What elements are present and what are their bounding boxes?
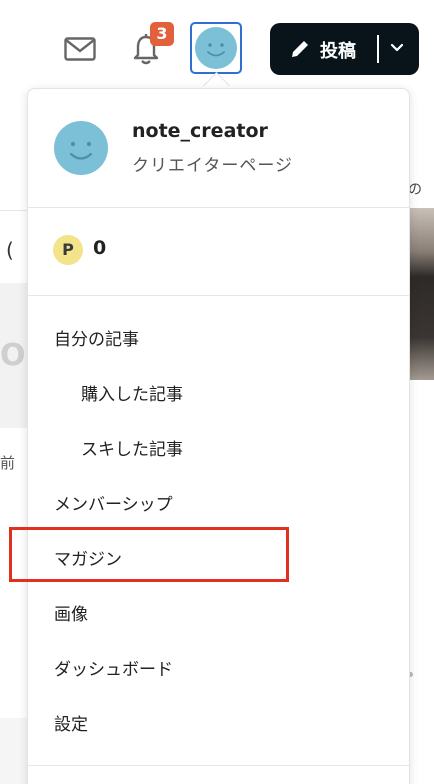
- divider: [28, 207, 409, 208]
- highlight-box: [9, 527, 289, 582]
- divider: [28, 765, 409, 766]
- menu-item-membership[interactable]: メンバーシップ: [54, 490, 173, 515]
- background-text-fragment: (: [6, 238, 14, 262]
- creator-page-link[interactable]: クリエイターページ: [132, 151, 293, 176]
- divider: [28, 295, 409, 296]
- points-icon: P: [53, 235, 83, 265]
- background-thumbnail[interactable]: [408, 208, 434, 380]
- points-value: 0: [93, 237, 107, 259]
- post-button-label: 投稿: [320, 41, 356, 62]
- pencil-icon: [292, 41, 308, 57]
- user-dropdown-menu: note_creator クリエイターページ P 0 自分の記事 購入した記事 …: [27, 88, 410, 784]
- background-text-fragment: O: [0, 338, 26, 373]
- notification-badge: 3: [150, 22, 174, 46]
- menu-item-settings[interactable]: 設定: [54, 710, 88, 735]
- profile-name: note_creator: [132, 120, 268, 142]
- menu-item-my-articles[interactable]: 自分の記事: [54, 325, 139, 350]
- mail-icon[interactable]: [64, 37, 96, 61]
- background-text-fragment: 前: [0, 454, 16, 472]
- avatar-smiley-icon: [54, 121, 108, 175]
- menu-item-liked-articles[interactable]: スキした記事: [81, 435, 183, 460]
- menu-item-dashboard[interactable]: ダッシュボード: [54, 655, 173, 680]
- background-text-fragment: の: [408, 182, 422, 198]
- avatar-smiley-icon: [195, 27, 237, 69]
- menu-item-images[interactable]: 画像: [54, 600, 88, 625]
- chevron-down-icon[interactable]: [390, 42, 404, 54]
- user-menu-button[interactable]: [190, 22, 242, 74]
- post-button-separator: [377, 35, 379, 63]
- menu-item-purchased-articles[interactable]: 購入した記事: [81, 380, 183, 405]
- background-card-fragment: [0, 718, 30, 784]
- background-divider: [0, 210, 30, 211]
- post-button[interactable]: 投稿: [270, 23, 419, 75]
- page: ( O 前 の 3 投稿 note_creator クリエイターページ P 0 …: [0, 0, 434, 784]
